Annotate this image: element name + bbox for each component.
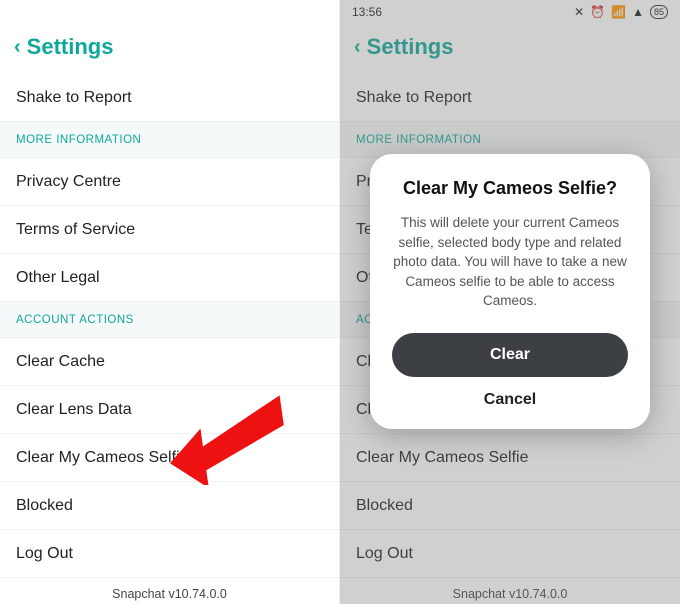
cancel-button[interactable]: Cancel: [484, 391, 536, 409]
nav-title: Settings: [27, 34, 114, 60]
dialog-body: This will delete your current Cameos sel…: [392, 213, 628, 311]
dialog-title: Clear My Cameos Selfie?: [392, 178, 628, 199]
section-account-actions: ACCOUNT ACTIONS: [0, 302, 339, 338]
row-privacy-centre[interactable]: Privacy Centre: [0, 158, 339, 206]
back-chevron-icon[interactable]: ‹: [14, 37, 21, 57]
row-terms-of-service[interactable]: Terms of Service: [0, 206, 339, 254]
row-blocked[interactable]: Blocked: [0, 482, 339, 530]
row-log-out[interactable]: Log Out: [0, 530, 339, 578]
footer-version: Snapchat v10.74.0.0: [0, 586, 339, 604]
row-clear-cameos-selfie[interactable]: Clear My Cameos Selfie: [0, 434, 339, 482]
row-clear-lens-data[interactable]: Clear Lens Data: [0, 386, 339, 434]
row-other-legal[interactable]: Other Legal: [0, 254, 339, 302]
row-shake-to-report[interactable]: Shake to Report: [0, 74, 339, 122]
footer: Snapchat v10.74.0.0 Made in Los Angeles: [0, 578, 339, 604]
clear-button[interactable]: Clear: [392, 333, 628, 377]
confirm-dialog: Clear My Cameos Selfie? This will delete…: [370, 154, 650, 429]
right-screenshot: 13:56 ✕ ⏰ 📶 ▲ 85 ‹ Settings Shake to Rep…: [340, 0, 680, 604]
row-clear-cache[interactable]: Clear Cache: [0, 338, 339, 386]
nav-bar[interactable]: ‹ Settings: [0, 24, 339, 74]
section-more-information: MORE INFORMATION: [0, 122, 339, 158]
left-screenshot: ‹ Settings Shake to Report MORE INFORMAT…: [0, 0, 340, 604]
